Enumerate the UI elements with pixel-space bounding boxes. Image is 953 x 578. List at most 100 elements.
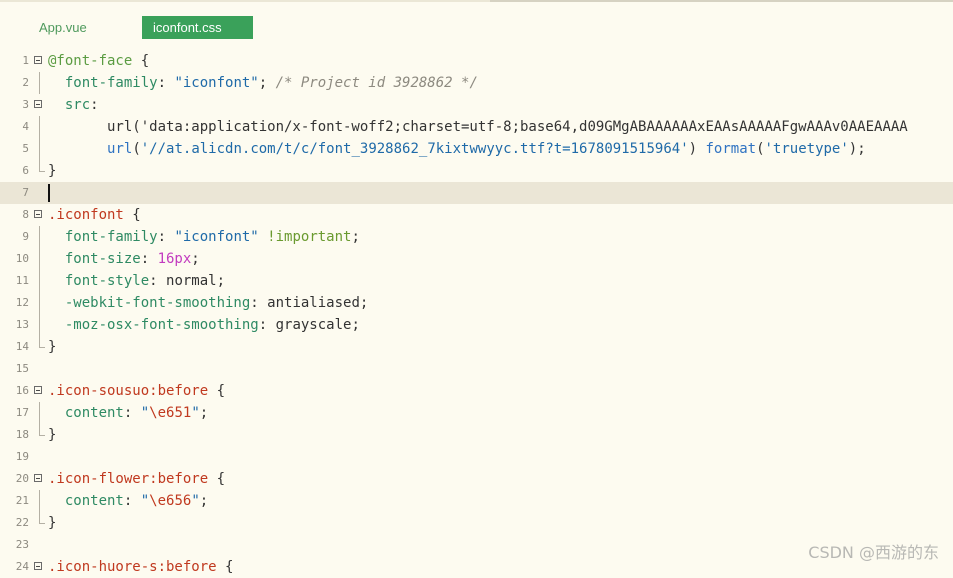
- code-token: : antialiased;: [250, 295, 369, 311]
- fold-guide: [39, 138, 40, 160]
- code-token: content: [64, 493, 124, 509]
- code-line[interactable]: 2 font-family: "iconfont"; /* Project id…: [0, 72, 953, 94]
- code-line[interactable]: 12 -webkit-font-smoothing: antialiased;: [0, 292, 953, 314]
- line-number: 7: [22, 186, 29, 199]
- code-line[interactable]: 10 font-size: 16px;: [0, 248, 953, 270]
- code-token: "iconfont": [174, 75, 259, 91]
- code-token: font-style: [64, 273, 150, 289]
- code-text: content: "\e651";: [48, 402, 208, 424]
- code-text: .icon-sousuo:before {: [48, 380, 225, 402]
- fold-toggle-icon[interactable]: [34, 100, 42, 108]
- tab-app-vue[interactable]: App.vue: [28, 16, 98, 39]
- code-text: }: [48, 512, 56, 534]
- fold-toggle-icon[interactable]: [34, 210, 42, 218]
- code-text: src:: [48, 94, 99, 116]
- fold-toggle-icon[interactable]: [34, 386, 42, 394]
- code-line[interactable]: 13 -moz-osx-font-smoothing: grayscale;: [0, 314, 953, 336]
- code-token: format: [705, 141, 757, 157]
- code-token: :: [90, 97, 99, 113]
- tab-bar-border-dark: [490, 0, 953, 2]
- code-token: -webkit-font-smoothing: [64, 295, 251, 311]
- code-token: font-family: [64, 75, 158, 91]
- code-token: ;: [351, 229, 360, 245]
- code-token: :: [123, 405, 141, 421]
- fold-guide: [39, 248, 40, 270]
- code-line[interactable]: 8 .iconfont {: [0, 204, 953, 226]
- code-token: :: [123, 493, 141, 509]
- code-line[interactable]: 4 url('data:application/x-font-woff2;cha…: [0, 116, 953, 138]
- code-token: ": [191, 493, 200, 509]
- code-token: @font-face: [48, 53, 133, 69]
- code-token: {: [208, 383, 226, 399]
- fold-guide-end: [39, 523, 45, 524]
- code-text: .icon-flower:before {: [48, 468, 225, 490]
- code-line[interactable]: 3 src:: [0, 94, 953, 116]
- code-token: : grayscale;: [258, 317, 360, 333]
- code-token: .icon-sousuo:before: [48, 383, 209, 399]
- fold-toggle-icon[interactable]: [34, 562, 42, 570]
- code-line[interactable]: 16 .icon-sousuo:before {: [0, 380, 953, 402]
- code-line[interactable]: 20 .icon-flower:before {: [0, 468, 953, 490]
- code-token: ": [140, 405, 150, 421]
- fold-toggle-icon[interactable]: [34, 56, 42, 64]
- code-token: '//at.alicdn.com/t/c/font_3928862_7kixtw…: [140, 141, 689, 157]
- code-line[interactable]: 22}: [0, 512, 953, 534]
- fold-toggle-icon[interactable]: [34, 474, 42, 482]
- code-line[interactable]: 19: [0, 446, 953, 468]
- code-token: (: [756, 141, 765, 157]
- code-line[interactable]: 9 font-family: "iconfont" !important;: [0, 226, 953, 248]
- code-text: }: [48, 424, 56, 446]
- code-text: url('data:application/x-font-woff2;chars…: [48, 116, 908, 138]
- line-number: 21: [15, 494, 29, 507]
- code-token: 'truetype': [764, 141, 849, 157]
- fold-guide: [39, 270, 40, 292]
- code-token: -moz-osx-font-smoothing: [64, 317, 259, 333]
- code-text: .iconfont {: [48, 204, 141, 226]
- fold-guide: [39, 116, 40, 138]
- code-token: );: [848, 141, 866, 157]
- code-token: {: [123, 207, 141, 223]
- watermark: CSDN @西游的东: [808, 543, 939, 562]
- code-text: url('//at.alicdn.com/t/c/font_3928862_7k…: [48, 138, 866, 160]
- code-line[interactable]: 11 font-style: normal;: [0, 270, 953, 292]
- line-number: 13: [15, 318, 29, 331]
- code-line[interactable]: 18}: [0, 424, 953, 446]
- code-line[interactable]: 14}: [0, 336, 953, 358]
- code-token: ;: [199, 493, 209, 509]
- code-line[interactable]: 5 url('//at.alicdn.com/t/c/font_3928862_…: [0, 138, 953, 160]
- code-line[interactable]: 21 content: "\e656";: [0, 490, 953, 512]
- code-token: (: [132, 141, 141, 157]
- code-line[interactable]: 15: [0, 358, 953, 380]
- code-token: :: [140, 251, 158, 267]
- code-text: @font-face {: [48, 50, 149, 72]
- line-number: 6: [22, 164, 29, 177]
- tab-iconfont-css[interactable]: iconfont.css: [142, 16, 253, 39]
- code-text: .icon-huore-s:before {: [48, 556, 233, 578]
- code-token: !important: [267, 229, 352, 245]
- line-number: 12: [15, 296, 29, 309]
- code-text: font-style: normal;: [48, 270, 225, 292]
- code-token: }: [48, 339, 57, 355]
- code-token: {: [208, 471, 226, 487]
- code-line[interactable]: 6}: [0, 160, 953, 182]
- code-token: \e651: [149, 405, 192, 421]
- code-token: ;: [199, 405, 209, 421]
- code-text: font-family: "iconfont"; /* Project id 3…: [48, 72, 478, 94]
- code-line[interactable]: 7: [0, 182, 953, 204]
- code-token: ;: [258, 75, 276, 91]
- code-text: font-size: 16px;: [48, 248, 200, 270]
- text-caret: [48, 184, 50, 202]
- code-line[interactable]: 1 @font-face {: [0, 50, 953, 72]
- code-token: url('data:application/x-font-woff2;chars…: [48, 119, 908, 135]
- code-token: ): [688, 141, 706, 157]
- code-editor[interactable]: 1 @font-face {2 font-family: "iconfont"; …: [0, 50, 953, 578]
- line-number: 11: [15, 274, 29, 287]
- code-text: }: [48, 336, 56, 358]
- line-number: 2: [22, 76, 29, 89]
- code-line[interactable]: 17 content: "\e651";: [0, 402, 953, 424]
